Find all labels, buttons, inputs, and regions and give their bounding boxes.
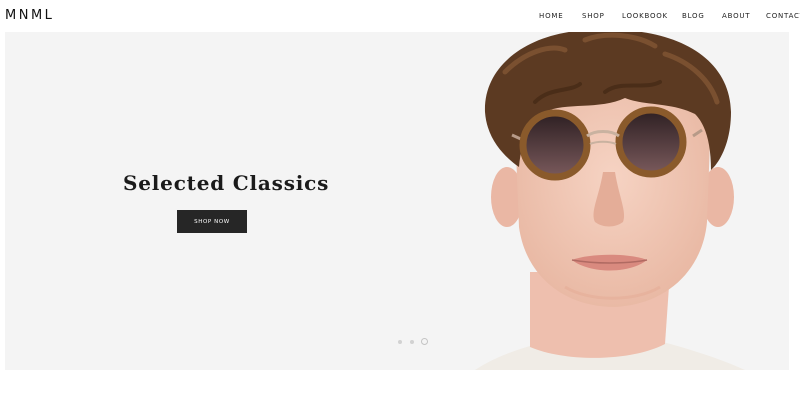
slider-dot-2[interactable] [410,340,414,344]
site-logo[interactable]: MNML [5,8,54,23]
shop-now-button[interactable]: SHOP NOW [177,210,247,233]
site-header: MNML HOME SHOP LOOKBOOK BLOG ABOUT CONTA… [0,0,800,32]
nav-item-about[interactable]: ABOUT [722,12,750,20]
nav-item-lookbook[interactable]: LOOKBOOK [622,12,668,20]
slider-dot-3-active[interactable] [421,338,428,345]
hero-slider: Selected Classics SHOP NOW [5,32,789,370]
nav-item-shop[interactable]: SHOP [582,12,605,20]
hero-title: Selected Classics [123,171,330,195]
nav-item-blog[interactable]: BLOG [682,12,705,20]
slider-dot-1[interactable] [398,340,402,344]
nav-item-contact[interactable]: CONTACT [766,12,800,20]
nav-item-home[interactable]: HOME [539,12,563,20]
hero-model-image [475,32,745,370]
